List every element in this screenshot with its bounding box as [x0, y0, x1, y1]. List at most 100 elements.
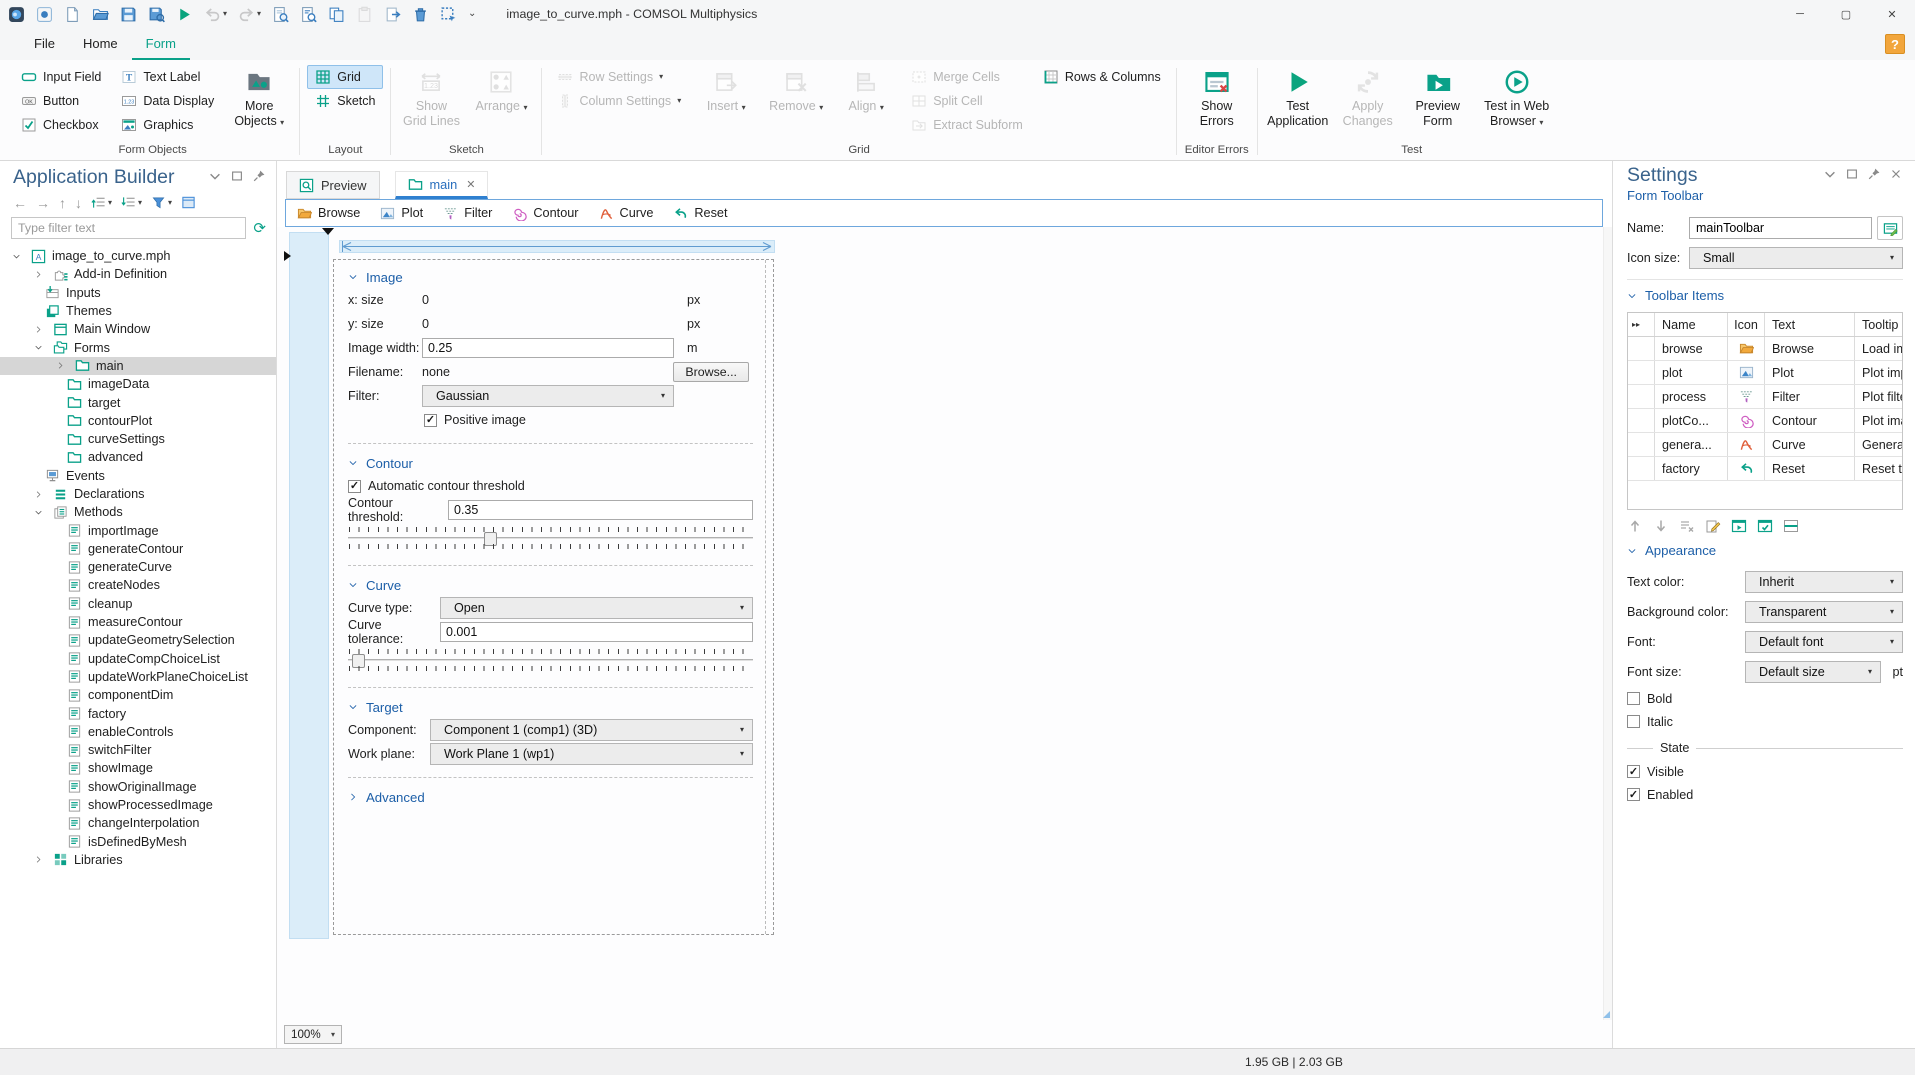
ribbon-button-button[interactable]: OK Button: [13, 89, 109, 113]
tree-node-Declarations[interactable]: Declarations: [0, 485, 276, 503]
tree-node-Libraries[interactable]: Libraries: [0, 851, 276, 869]
ribbon-button-extract-subform[interactable]: Extract Subform: [903, 113, 1031, 137]
slider-thumb[interactable]: [352, 654, 366, 668]
desktop-button[interactable]: [36, 6, 53, 23]
tree-node-measureContour[interactable]: measureContour: [0, 613, 276, 631]
text-color-select[interactable]: Inherit ▾: [1745, 571, 1903, 593]
browse-button[interactable]: Browse...: [673, 362, 749, 382]
tree-node-importImage[interactable]: importImage: [0, 521, 276, 539]
expand-all-button[interactable]: ▾: [91, 195, 112, 210]
nav-forward-button[interactable]: →: [36, 196, 50, 210]
editor-tab-main[interactable]: main ✕: [394, 171, 489, 199]
close-panel-button[interactable]: [1889, 167, 1903, 184]
collapse-all-button[interactable]: ▾: [121, 195, 142, 210]
tree-node-imageData[interactable]: imageData: [0, 375, 276, 393]
slider-thumb[interactable]: [483, 532, 497, 546]
curve-tolerance-field[interactable]: [440, 622, 753, 642]
ribbon-button-input-field[interactable]: Input Field: [13, 65, 109, 89]
maximize-button[interactable]: ▢: [1823, 0, 1869, 28]
ribbon-button-show-grid-lines[interactable]: 1.23 Show Grid Lines: [398, 65, 464, 129]
filter-button[interactable]: ▾: [151, 195, 172, 210]
tree-node-createNodes[interactable]: createNodes: [0, 576, 276, 594]
row-marker[interactable]: [284, 251, 291, 261]
tree-node-curveSettings[interactable]: curveSettings: [0, 430, 276, 448]
add-item-button[interactable]: [1757, 518, 1773, 537]
move-item-up-button[interactable]: [1627, 518, 1643, 537]
tree-node-contourPlot[interactable]: contourPlot: [0, 412, 276, 430]
ribbon-button-merge-cells[interactable]: Merge Cells: [903, 65, 1031, 89]
bold-checkbox[interactable]: [1627, 692, 1640, 705]
tree-node-enableControls[interactable]: enableControls: [0, 723, 276, 741]
tree-node-showProcessedImage[interactable]: showProcessedImage: [0, 796, 276, 814]
delete-item-button[interactable]: [1679, 518, 1695, 537]
save-button[interactable]: [120, 6, 137, 23]
table-row[interactable]: processFilterPlot filtered i...: [1628, 385, 1902, 409]
redo-button[interactable]: ▾: [238, 6, 261, 23]
curve-type-select[interactable]: Open ▾: [440, 597, 753, 619]
checkbox-positive-image[interactable]: [424, 413, 437, 427]
name-input[interactable]: [1689, 217, 1872, 239]
toolbar-items-section-header[interactable]: Toolbar Items: [1627, 288, 1903, 303]
tree-node-Add-in-Definition[interactable]: Add-in Definition: [0, 265, 276, 283]
ribbon-button-column-settings[interactable]: Column Settings ▾: [549, 89, 689, 113]
pin-button[interactable]: [252, 169, 266, 186]
ribbon-button-row-settings[interactable]: Row Settings ▾: [549, 65, 689, 89]
form-toolbar-button-browse[interactable]: Browse: [297, 206, 360, 221]
edit-item-button[interactable]: [1705, 518, 1721, 537]
table-row[interactable]: genera...CurveGenerate cur...: [1628, 433, 1902, 457]
new-file-button[interactable]: [64, 6, 81, 23]
form-toolbar-button-curve[interactable]: Curve: [599, 206, 653, 221]
ribbon-button-test-in-web-browser[interactable]: Test in Web Browser ▾: [1475, 65, 1559, 129]
form-canvas[interactable]: Imagex: size0pxy: size0pxImage width:mFi…: [277, 227, 1612, 1048]
icon-size-select[interactable]: Small ▾: [1689, 247, 1903, 269]
float-window-button[interactable]: [1845, 167, 1859, 184]
work-plane-select[interactable]: Work Plane 1 (wp1) ▾: [430, 743, 753, 765]
tree-node-generateContour[interactable]: generateContour: [0, 540, 276, 558]
italic-checkbox[interactable]: [1627, 715, 1640, 728]
threshold-slider[interactable]: [348, 524, 753, 552]
column-marker[interactable]: [322, 228, 334, 235]
ribbon-button-rows-columns[interactable]: Rows & Columns: [1035, 65, 1169, 89]
ribbon-button-insert[interactable]: Insert ▾: [693, 65, 759, 114]
close-button[interactable]: ✕: [1869, 0, 1915, 28]
delete-button[interactable]: [412, 6, 429, 23]
ribbon-button-split-cell[interactable]: Split Cell: [903, 89, 1031, 113]
preview-document-button[interactable]: [272, 6, 289, 23]
component-select[interactable]: Component 1 (comp1) (3D) ▾: [430, 719, 753, 741]
duplicate-button[interactable]: [384, 6, 401, 23]
tree-node-factory[interactable]: factory: [0, 704, 276, 722]
show-in-model-builder-button[interactable]: [181, 195, 196, 210]
panel-menu-button[interactable]: [1823, 167, 1837, 184]
ribbon-button-apply-changes[interactable]: Apply Changes: [1335, 65, 1401, 129]
refresh-icon[interactable]: ⟳: [253, 219, 266, 237]
contour-threshold-field[interactable]: [448, 500, 753, 520]
ribbon-tab-file[interactable]: File: [20, 28, 69, 60]
table-row[interactable]: plotPlotPlot importe...: [1628, 361, 1902, 385]
tree-node-showImage[interactable]: showImage: [0, 759, 276, 777]
tree-node-Themes[interactable]: Themes: [0, 302, 276, 320]
ribbon-button-text-label[interactable]: T Text Label: [113, 65, 222, 89]
tree-node-updateCompChoiceList[interactable]: updateCompChoiceList: [0, 650, 276, 668]
section-header-target[interactable]: Target: [348, 696, 753, 718]
ribbon-button-sketch[interactable]: Sketch: [307, 89, 383, 113]
section-header-contour[interactable]: Contour: [348, 452, 753, 474]
ribbon-button-show-errors[interactable]: Show Errors: [1184, 65, 1250, 129]
form-toolbar-button-contour[interactable]: Contour: [512, 206, 579, 221]
section-header-image[interactable]: Image: [348, 266, 753, 288]
close-icon[interactable]: ✕: [466, 178, 475, 191]
tree-node-updateGeometrySelection[interactable]: updateGeometrySelection: [0, 631, 276, 649]
tree-node-Main-Window[interactable]: Main Window: [0, 320, 276, 338]
float-window-button[interactable]: [230, 169, 244, 186]
tree-node-Inputs[interactable]: Inputs: [0, 284, 276, 302]
move-item-down-button[interactable]: [1653, 518, 1669, 537]
background-color-select[interactable]: Transparent ▾: [1745, 601, 1903, 623]
nav-back-button[interactable]: ←: [13, 196, 27, 210]
tree-node-cleanup[interactable]: cleanup: [0, 595, 276, 613]
pin-button[interactable]: [1867, 167, 1881, 184]
tree-node-image-to-curve-mph[interactable]: Aimage_to_curve.mph: [0, 247, 276, 265]
ribbon-button-align[interactable]: Align ▾: [833, 65, 899, 114]
tree-node-changeInterpolation[interactable]: changeInterpolation: [0, 814, 276, 832]
tree-node-target[interactable]: target: [0, 393, 276, 411]
editor-tab-preview[interactable]: Preview: [286, 171, 380, 199]
checkbox-automatic-contour-threshold[interactable]: [348, 479, 361, 493]
